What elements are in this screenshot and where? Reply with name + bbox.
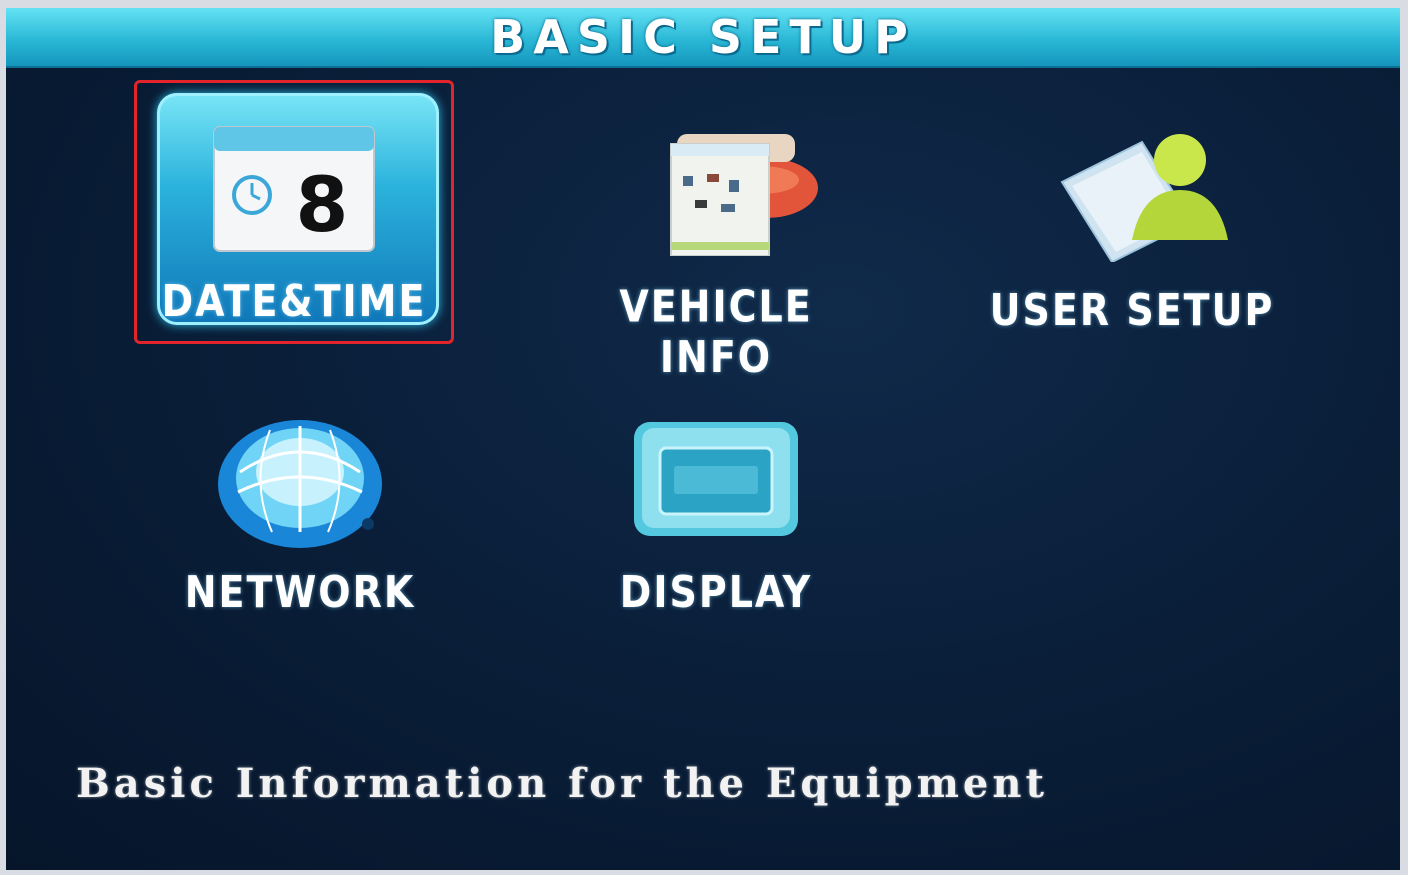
menu-item-label: VEHICLE INFO xyxy=(619,281,813,383)
menu-item-label: DISPLAY xyxy=(619,566,813,618)
menu-item-vehicle-info[interactable]: VEHICLE INFO xyxy=(556,90,876,383)
menu-item-display[interactable]: DISPLAY xyxy=(556,392,876,662)
screen: BASIC SETUP 8 DATE&TIME VEHICLE INFO USE… xyxy=(6,8,1400,870)
title-bar: BASIC SETUP xyxy=(6,8,1400,68)
calendar-clock-icon: 8 xyxy=(213,126,375,252)
menu-item-user-setup[interactable]: USER SETUP xyxy=(972,90,1292,360)
menu-item-label: DATE&TIME xyxy=(161,275,427,327)
menu-item-label: NETWORK xyxy=(184,566,416,618)
menu-item-label: USER SETUP xyxy=(989,284,1275,336)
monitor-icon xyxy=(634,422,798,536)
user-icon xyxy=(1060,134,1228,262)
calendar-day: 8 xyxy=(296,160,349,249)
menu-item-date-time[interactable]: 8 DATE&TIME xyxy=(134,80,454,344)
vehicle-document-icon xyxy=(670,134,818,256)
globe-network-icon xyxy=(218,420,382,548)
page-title: BASIC SETUP xyxy=(490,10,916,64)
menu-item-network[interactable]: NETWORK xyxy=(140,392,460,662)
item-description: Basic Information for the Equipment xyxy=(76,760,1048,807)
